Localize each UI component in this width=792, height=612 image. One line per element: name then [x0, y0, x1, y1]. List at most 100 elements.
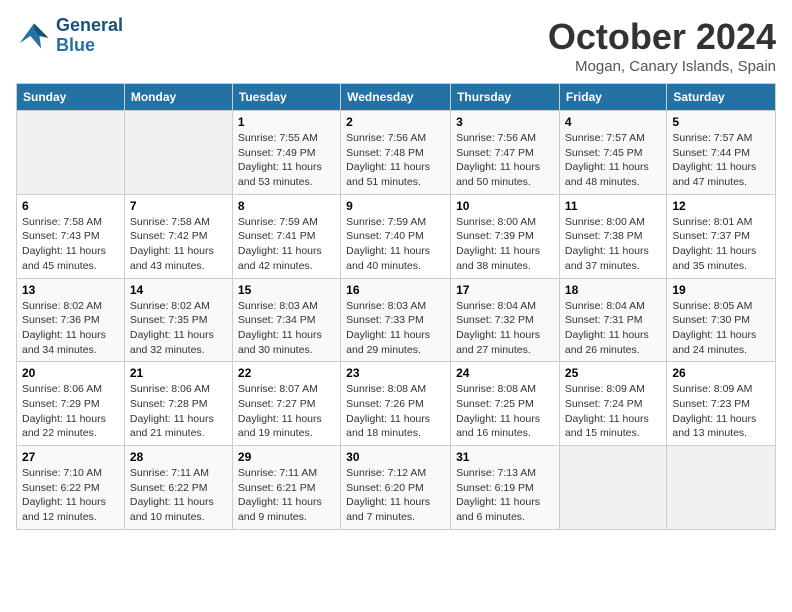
calendar-week-2: 13 Sunrise: 8:02 AMSunset: 7:36 PMDayligh…: [17, 278, 776, 362]
day-number: 31: [456, 450, 554, 464]
month-title: October 2024: [548, 16, 776, 58]
day-number: 17: [456, 283, 554, 297]
day-info: Sunrise: 7:11 AMSunset: 6:21 PMDaylight:…: [238, 466, 335, 525]
day-info: Sunrise: 8:02 AMSunset: 7:36 PMDaylight:…: [22, 299, 119, 358]
day-info: Sunrise: 8:03 AMSunset: 7:33 PMDaylight:…: [346, 299, 445, 358]
day-info: Sunrise: 8:06 AMSunset: 7:28 PMDaylight:…: [130, 382, 227, 441]
day-info: Sunrise: 8:00 AMSunset: 7:38 PMDaylight:…: [565, 215, 661, 274]
day-info: Sunrise: 8:04 AMSunset: 7:32 PMDaylight:…: [456, 299, 554, 358]
day-number: 9: [346, 199, 445, 213]
calendar-cell: 6 Sunrise: 7:58 AMSunset: 7:43 PMDaylight…: [17, 194, 125, 278]
calendar-cell: 5Sunrise: 7:57 AMSunset: 7:44 PMDaylight…: [667, 111, 776, 195]
day-info: Sunrise: 8:04 AMSunset: 7:31 PMDaylight:…: [565, 299, 661, 358]
day-header-saturday: Saturday: [667, 84, 776, 111]
day-number: 6: [22, 199, 119, 213]
day-number: 18: [565, 283, 661, 297]
calendar-cell: 10 Sunrise: 8:00 AMSunset: 7:39 PMDayligh…: [451, 194, 560, 278]
calendar-cell: 21 Sunrise: 8:06 AMSunset: 7:28 PMDayligh…: [124, 362, 232, 446]
calendar-cell: 19 Sunrise: 8:05 AMSunset: 7:30 PMDayligh…: [667, 278, 776, 362]
calendar-cell: 29 Sunrise: 7:11 AMSunset: 6:21 PMDayligh…: [232, 446, 340, 530]
day-header-sunday: Sunday: [17, 84, 125, 111]
calendar-cell: 15Sunrise: 8:03 AMSunset: 7:34 PMDayligh…: [232, 278, 340, 362]
calendar-cell: [124, 111, 232, 195]
logo-icon: [16, 18, 52, 54]
calendar-cell: 7 Sunrise: 7:58 AMSunset: 7:42 PMDaylight…: [124, 194, 232, 278]
day-info: Sunrise: 7:58 AMSunset: 7:42 PMDaylight:…: [130, 215, 227, 274]
calendar-cell: 17 Sunrise: 8:04 AMSunset: 7:32 PMDayligh…: [451, 278, 560, 362]
page-header: General Blue October 2024 Mogan, Canary …: [16, 16, 776, 75]
day-info: Sunrise: 7:56 AMSunset: 7:47 PMDaylight:…: [456, 131, 554, 190]
calendar-header-row: SundayMondayTuesdayWednesdayThursdayFrid…: [17, 84, 776, 111]
calendar-cell: 3 Sunrise: 7:56 AMSunset: 7:47 PMDaylight…: [451, 111, 560, 195]
day-number: 3: [456, 115, 554, 129]
day-number: 24: [456, 366, 554, 380]
calendar-cell: 1 Sunrise: 7:55 AMSunset: 7:49 PMDaylight…: [232, 111, 340, 195]
location-subtitle: Mogan, Canary Islands, Spain: [548, 58, 776, 75]
day-info: Sunrise: 8:00 AMSunset: 7:39 PMDaylight:…: [456, 215, 554, 274]
day-info: Sunrise: 7:12 AMSunset: 6:20 PMDaylight:…: [346, 466, 445, 525]
day-header-tuesday: Tuesday: [232, 84, 340, 111]
day-number: 13: [22, 283, 119, 297]
day-number: 21: [130, 366, 227, 380]
day-header-thursday: Thursday: [451, 84, 560, 111]
day-info: Sunrise: 8:06 AMSunset: 7:29 PMDaylight:…: [22, 382, 119, 441]
calendar-body: 1 Sunrise: 7:55 AMSunset: 7:49 PMDaylight…: [17, 111, 776, 530]
calendar-cell: 2Sunrise: 7:56 AMSunset: 7:48 PMDaylight…: [341, 111, 451, 195]
day-info: Sunrise: 8:08 AMSunset: 7:25 PMDaylight:…: [456, 382, 554, 441]
day-info: Sunrise: 8:09 AMSunset: 7:24 PMDaylight:…: [565, 382, 661, 441]
day-header-friday: Friday: [559, 84, 666, 111]
day-number: 20: [22, 366, 119, 380]
calendar-cell: [667, 446, 776, 530]
day-number: 29: [238, 450, 335, 464]
day-info: Sunrise: 7:13 AMSunset: 6:19 PMDaylight:…: [456, 466, 554, 525]
day-info: Sunrise: 8:07 AMSunset: 7:27 PMDaylight:…: [238, 382, 335, 441]
calendar-week-0: 1 Sunrise: 7:55 AMSunset: 7:49 PMDaylight…: [17, 111, 776, 195]
day-number: 1: [238, 115, 335, 129]
day-number: 7: [130, 199, 227, 213]
calendar-cell: 27Sunrise: 7:10 AMSunset: 6:22 PMDayligh…: [17, 446, 125, 530]
calendar-cell: 8 Sunrise: 7:59 AMSunset: 7:41 PMDaylight…: [232, 194, 340, 278]
day-number: 12: [672, 199, 770, 213]
calendar-cell: 9 Sunrise: 7:59 AMSunset: 7:40 PMDaylight…: [341, 194, 451, 278]
day-info: Sunrise: 7:59 AMSunset: 7:40 PMDaylight:…: [346, 215, 445, 274]
day-number: 28: [130, 450, 227, 464]
day-info: Sunrise: 7:58 AMSunset: 7:43 PMDaylight:…: [22, 215, 119, 274]
calendar-cell: 16 Sunrise: 8:03 AMSunset: 7:33 PMDayligh…: [341, 278, 451, 362]
calendar-cell: 31 Sunrise: 7:13 AMSunset: 6:19 PMDayligh…: [451, 446, 560, 530]
day-number: 14: [130, 283, 227, 297]
day-info: Sunrise: 7:11 AMSunset: 6:22 PMDaylight:…: [130, 466, 227, 525]
calendar-cell: 25 Sunrise: 8:09 AMSunset: 7:24 PMDayligh…: [559, 362, 666, 446]
day-number: 8: [238, 199, 335, 213]
day-info: Sunrise: 8:03 AMSunset: 7:34 PMDaylight:…: [238, 299, 335, 358]
day-number: 4: [565, 115, 661, 129]
calendar-week-4: 27Sunrise: 7:10 AMSunset: 6:22 PMDayligh…: [17, 446, 776, 530]
day-info: Sunrise: 7:57 AMSunset: 7:44 PMDaylight:…: [672, 131, 770, 190]
day-number: 26: [672, 366, 770, 380]
day-info: Sunrise: 7:10 AMSunset: 6:22 PMDaylight:…: [22, 466, 119, 525]
title-block: October 2024 Mogan, Canary Islands, Spai…: [548, 16, 776, 75]
day-info: Sunrise: 8:02 AMSunset: 7:35 PMDaylight:…: [130, 299, 227, 358]
calendar-cell: 13 Sunrise: 8:02 AMSunset: 7:36 PMDayligh…: [17, 278, 125, 362]
day-number: 16: [346, 283, 445, 297]
day-number: 19: [672, 283, 770, 297]
day-header-wednesday: Wednesday: [341, 84, 451, 111]
calendar-cell: [17, 111, 125, 195]
day-info: Sunrise: 7:59 AMSunset: 7:41 PMDaylight:…: [238, 215, 335, 274]
logo-text: General Blue: [56, 16, 123, 56]
day-number: 2: [346, 115, 445, 129]
calendar-cell: 14 Sunrise: 8:02 AMSunset: 7:35 PMDayligh…: [124, 278, 232, 362]
day-number: 23: [346, 366, 445, 380]
day-info: Sunrise: 7:57 AMSunset: 7:45 PMDaylight:…: [565, 131, 661, 190]
calendar-cell: 18 Sunrise: 8:04 AMSunset: 7:31 PMDayligh…: [559, 278, 666, 362]
day-info: Sunrise: 7:55 AMSunset: 7:49 PMDaylight:…: [238, 131, 335, 190]
calendar-cell: 26Sunrise: 8:09 AMSunset: 7:23 PMDayligh…: [667, 362, 776, 446]
day-number: 25: [565, 366, 661, 380]
calendar-cell: 30Sunrise: 7:12 AMSunset: 6:20 PMDayligh…: [341, 446, 451, 530]
logo: General Blue: [16, 16, 123, 56]
day-number: 10: [456, 199, 554, 213]
calendar-cell: 24 Sunrise: 8:08 AMSunset: 7:25 PMDayligh…: [451, 362, 560, 446]
calendar-table: SundayMondayTuesdayWednesdayThursdayFrid…: [16, 83, 776, 530]
day-info: Sunrise: 8:05 AMSunset: 7:30 PMDaylight:…: [672, 299, 770, 358]
day-number: 22: [238, 366, 335, 380]
calendar-cell: 4 Sunrise: 7:57 AMSunset: 7:45 PMDaylight…: [559, 111, 666, 195]
